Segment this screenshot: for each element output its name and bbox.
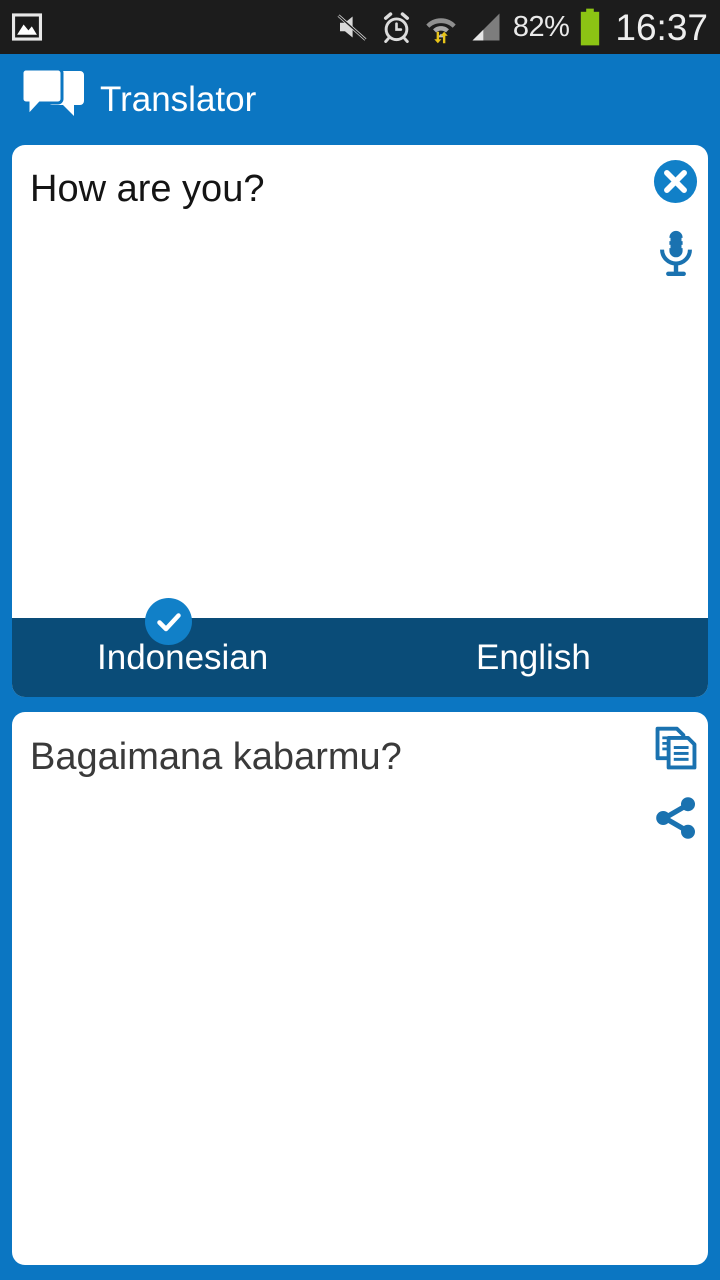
- language-target-label[interactable]: English: [476, 638, 591, 678]
- language-source-label[interactable]: Indonesian: [97, 638, 268, 678]
- wifi-data-transfer-icon: [423, 9, 459, 45]
- share-button[interactable]: [652, 794, 700, 842]
- status-bar-right-icons: 82% 16:37: [334, 8, 720, 46]
- language-selector-bar: Indonesian English: [12, 618, 708, 697]
- translated-text: Bagaimana kabarmu?: [30, 736, 402, 778]
- sound-muted-icon: [334, 9, 370, 45]
- battery-percent-label: 82%: [512, 10, 570, 43]
- app-bar: Translator: [0, 54, 720, 145]
- cellular-signal-icon: [468, 9, 504, 45]
- microphone-button[interactable]: [653, 228, 699, 280]
- check-circle-icon: [145, 598, 192, 645]
- page-title: Translator: [100, 79, 257, 119]
- status-bar: 82% 16:37: [0, 0, 720, 54]
- gallery-icon: [10, 10, 44, 44]
- copy-button[interactable]: [652, 725, 700, 773]
- translated-text-card[interactable]: [12, 712, 708, 1265]
- alarm-clock-icon: [379, 10, 414, 45]
- clear-button[interactable]: [652, 158, 699, 205]
- chat-bubbles-icon: [20, 67, 84, 131]
- source-text-card[interactable]: [12, 145, 708, 697]
- clock-label: 16:37: [615, 6, 708, 48]
- status-bar-left-icons: [0, 10, 44, 44]
- battery-icon: [578, 8, 602, 46]
- source-text[interactable]: How are you?: [30, 168, 264, 212]
